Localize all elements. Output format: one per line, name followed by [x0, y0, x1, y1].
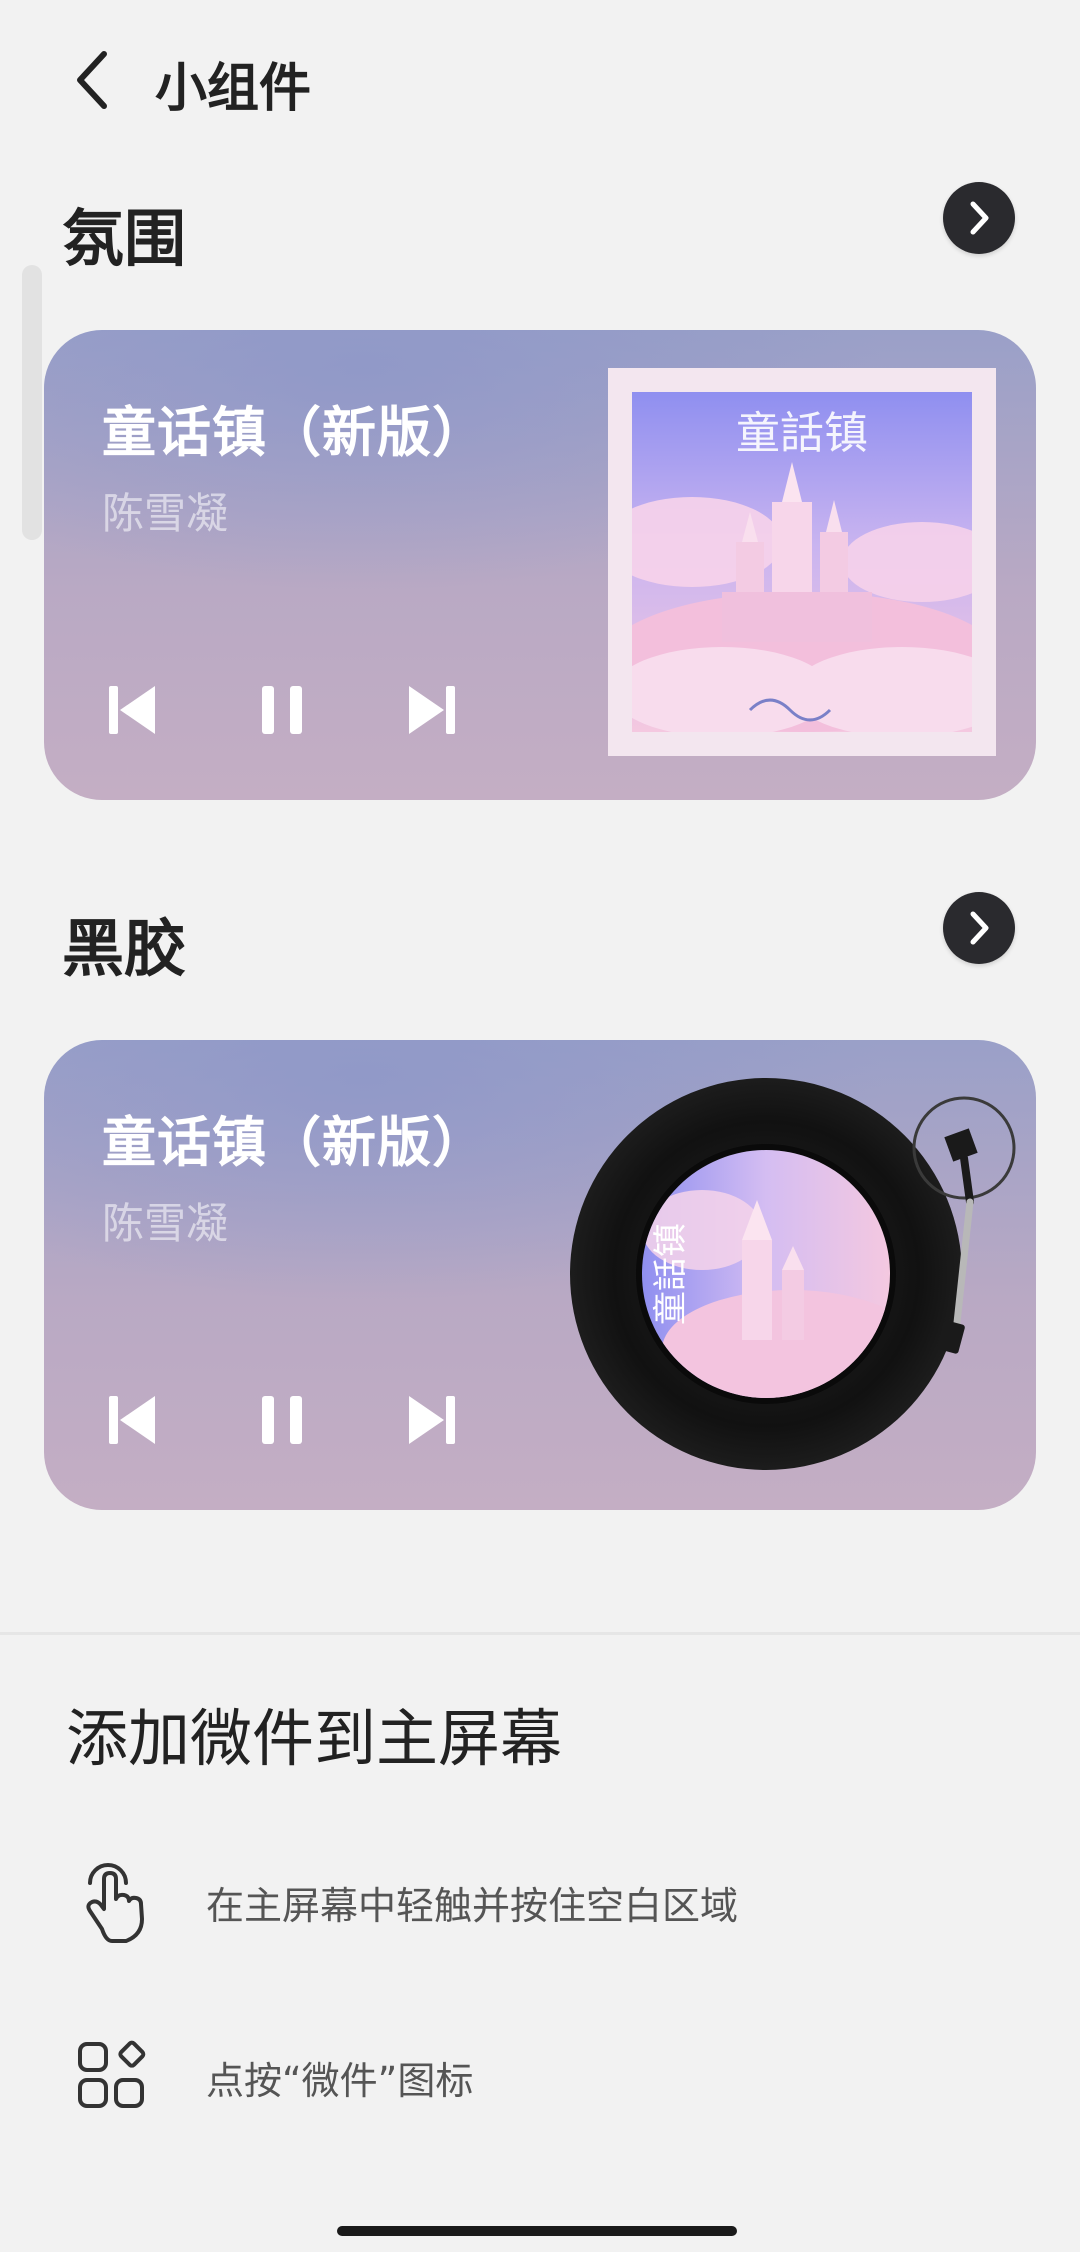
- skip-previous-icon: [109, 1396, 155, 1444]
- album-title-art: 童話镇: [736, 408, 868, 459]
- album-artwork: 童話镇: [632, 392, 972, 732]
- artist-name: 陈雪凝: [102, 489, 229, 538]
- home-indicator[interactable]: [337, 2226, 737, 2236]
- skip-next-icon: [409, 686, 455, 734]
- skip-next-icon: [409, 1396, 455, 1444]
- pause-button[interactable]: [252, 680, 312, 740]
- vinyl-more-button[interactable]: [943, 892, 1015, 964]
- pause-icon: [262, 1396, 302, 1444]
- song-title: 童话镇（新版）: [102, 401, 487, 464]
- section-divider: [0, 1632, 1080, 1635]
- section-title-ambient: 氛围: [62, 202, 187, 275]
- instruction-text: 在主屏幕中轻触并按住空白区域: [206, 1884, 739, 1928]
- vinyl-widget-card[interactable]: 童话镇（新版） 陈雪凝 童話镇: [44, 1040, 1036, 1510]
- top-bar: 小组件: [0, 0, 1080, 160]
- previous-button[interactable]: [102, 1390, 162, 1450]
- pause-icon: [262, 686, 302, 734]
- chevron-left-icon: [77, 51, 107, 109]
- next-button[interactable]: [402, 680, 462, 740]
- chevron-right-icon: [970, 201, 989, 235]
- instruction-text: 点按“微件”图标: [206, 2059, 474, 2103]
- tonearm-icon: [912, 1096, 1016, 1354]
- next-button[interactable]: [402, 1390, 462, 1450]
- pause-button[interactable]: [252, 1390, 312, 1450]
- song-title: 童话镇（新版）: [102, 1111, 487, 1174]
- playback-controls: [102, 680, 522, 740]
- playback-controls: [102, 1390, 522, 1450]
- page-title: 小组件: [155, 59, 312, 119]
- album-artwork-image: 童話镇: [632, 392, 972, 732]
- chevron-right-icon: [970, 911, 989, 945]
- touch-hold-icon: [66, 1855, 156, 1945]
- ambient-more-button[interactable]: [943, 182, 1015, 254]
- add-widget-title: 添加微件到主屏幕: [66, 1702, 563, 1775]
- instruction-row: 在主屏幕中轻触并按住空白区域: [66, 1845, 1016, 1955]
- section-title-vinyl: 黑胶: [62, 912, 187, 985]
- vinyl-label-artwork: 童話镇: [636, 1144, 896, 1404]
- scroll-indicator[interactable]: [22, 265, 42, 540]
- back-button[interactable]: [52, 40, 132, 120]
- album-cover: 童話镇: [608, 368, 996, 756]
- widgets-icon: [66, 2030, 156, 2120]
- album-title-art: 童話镇: [651, 1223, 691, 1325]
- ambient-widget-card[interactable]: 童话镇（新版） 陈雪凝 童話镇: [44, 330, 1036, 800]
- artist-name: 陈雪凝: [102, 1199, 229, 1248]
- skip-previous-icon: [109, 686, 155, 734]
- previous-button[interactable]: [102, 680, 162, 740]
- instruction-row: 点按“微件”图标: [66, 2020, 1016, 2130]
